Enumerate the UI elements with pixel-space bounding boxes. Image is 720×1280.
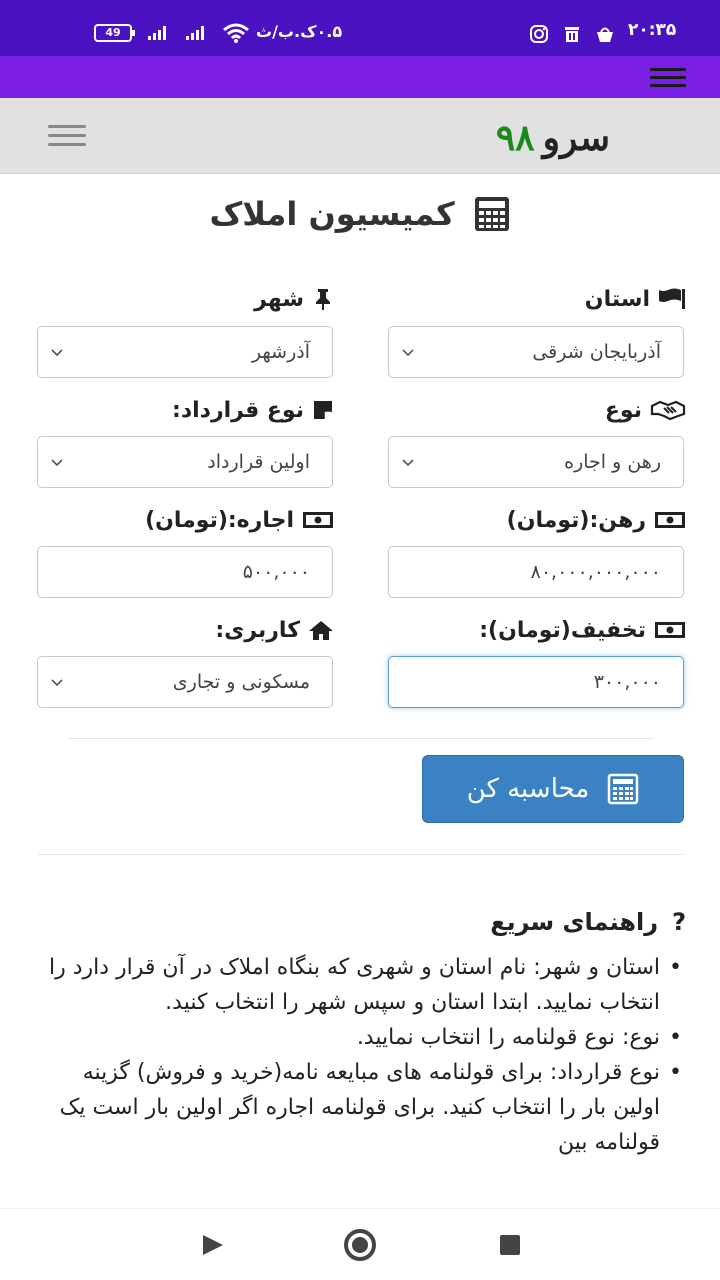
deposit-label: رهن:(تومان): [440, 503, 686, 537]
chevron-down-icon: [402, 459, 414, 467]
province-label: استان: [480, 282, 686, 316]
status-bar: 49 ۰.۵ک.ب/ث ۲۰:۳۵: [0, 0, 720, 56]
section-divider: [38, 854, 684, 855]
calculator-icon: [608, 773, 639, 805]
page-title: کمیسیون املاک: [140, 192, 580, 236]
deposit-input[interactable]: ۸۰,۰۰۰,۰۰۰,۰۰۰: [388, 546, 684, 598]
basket-icon: [597, 27, 613, 42]
discount-input[interactable]: ۳۰۰,۰۰۰: [388, 656, 684, 708]
network-speed: ۰.۵ک.ب/ث: [256, 22, 343, 41]
province-value: آذربایجان شرقی: [532, 341, 661, 363]
guide-title: ? راهنمای سریع: [360, 904, 686, 940]
deposit-value: ۸۰,۰۰۰,۰۰۰,۰۰۰: [530, 561, 661, 583]
battery-icon: 49: [94, 24, 135, 42]
recent-apps-icon[interactable]: [500, 1235, 520, 1255]
rent-input[interactable]: ۵۰۰,۰۰۰: [37, 546, 333, 598]
discount-value: ۳۰۰,۰۰۰: [593, 671, 661, 693]
clock: ۲۰:۳۵: [628, 20, 677, 40]
chevron-down-icon: [51, 679, 63, 687]
guide-title-text: راهنمای سریع: [490, 908, 659, 936]
note-icon: [314, 401, 332, 419]
home-button-icon[interactable]: [344, 1229, 376, 1261]
rent-label: اجاره:(تومان): [110, 503, 334, 537]
pin-icon: [316, 289, 330, 310]
type-select[interactable]: رهن و اجاره: [388, 436, 684, 488]
discount-label: تخفیف(تومان):: [430, 613, 686, 647]
guide-item: نوع: نوع قولنامه را انتخاب نمایید.: [30, 1020, 688, 1055]
app-menu-icon[interactable]: [650, 68, 686, 88]
guide-item: استان و شهر: نام استان و شهری که بنگاه ا…: [30, 950, 688, 1020]
signal-icon-2: [186, 24, 204, 40]
city-label: شهر: [130, 282, 334, 316]
brand-text: سرو: [542, 117, 610, 159]
usage-value: مسکونی و تجاری: [172, 671, 310, 693]
city-value: آذرشهر: [251, 341, 310, 363]
contract-type-select[interactable]: اولین قرارداد: [37, 436, 333, 488]
trash-icon: [565, 27, 579, 42]
flag-icon: [659, 288, 685, 309]
back-icon[interactable]: [203, 1235, 223, 1255]
handshake-icon: [650, 400, 686, 421]
instagram-icon: [530, 25, 548, 43]
chevron-down-icon: [51, 349, 63, 357]
guide-item: نوع قرارداد: برای قولنامه های مبایعه نام…: [30, 1055, 688, 1160]
usage-select[interactable]: مسکونی و تجاری: [37, 656, 333, 708]
chevron-down-icon: [51, 459, 63, 467]
calculate-button-label: محاسبه کن: [466, 774, 590, 804]
wifi-icon: [223, 23, 249, 43]
city-select[interactable]: آذرشهر: [37, 326, 333, 378]
province-select[interactable]: آذربایجان شرقی: [388, 326, 684, 378]
type-label: نوع: [480, 393, 686, 427]
rent-value: ۵۰۰,۰۰۰: [242, 561, 310, 583]
battery-level: 49: [105, 26, 121, 39]
chevron-down-icon: [402, 349, 414, 357]
contract-type-value: اولین قرارداد: [207, 451, 310, 473]
site-logo[interactable]: سرو ۹۸: [480, 116, 610, 160]
guide-list: استان و شهر: نام استان و شهری که بنگاه ا…: [30, 950, 688, 1208]
contract-type-label: نوع قرارداد:: [130, 393, 334, 427]
page-title-text: کمیسیون املاک: [209, 195, 455, 233]
money-icon: [655, 512, 685, 528]
site-menu-toggle-icon[interactable]: [46, 120, 88, 148]
app-bar: [0, 56, 720, 98]
form-divider: [68, 738, 654, 739]
home-icon: [309, 621, 333, 640]
usage-label: کاربری:: [150, 613, 334, 647]
system-nav-bar: [0, 1208, 720, 1280]
money-icon: [655, 622, 685, 638]
type-value: رهن و اجاره: [564, 451, 661, 473]
calculate-button[interactable]: محاسبه کن: [422, 755, 684, 823]
signal-icon: [148, 24, 166, 40]
site-header: سرو ۹۸: [0, 98, 720, 174]
brand-number: ۹۸: [495, 117, 535, 159]
money-icon: [303, 512, 333, 528]
question-icon: ?: [672, 908, 686, 936]
calculator-icon: [474, 197, 509, 231]
